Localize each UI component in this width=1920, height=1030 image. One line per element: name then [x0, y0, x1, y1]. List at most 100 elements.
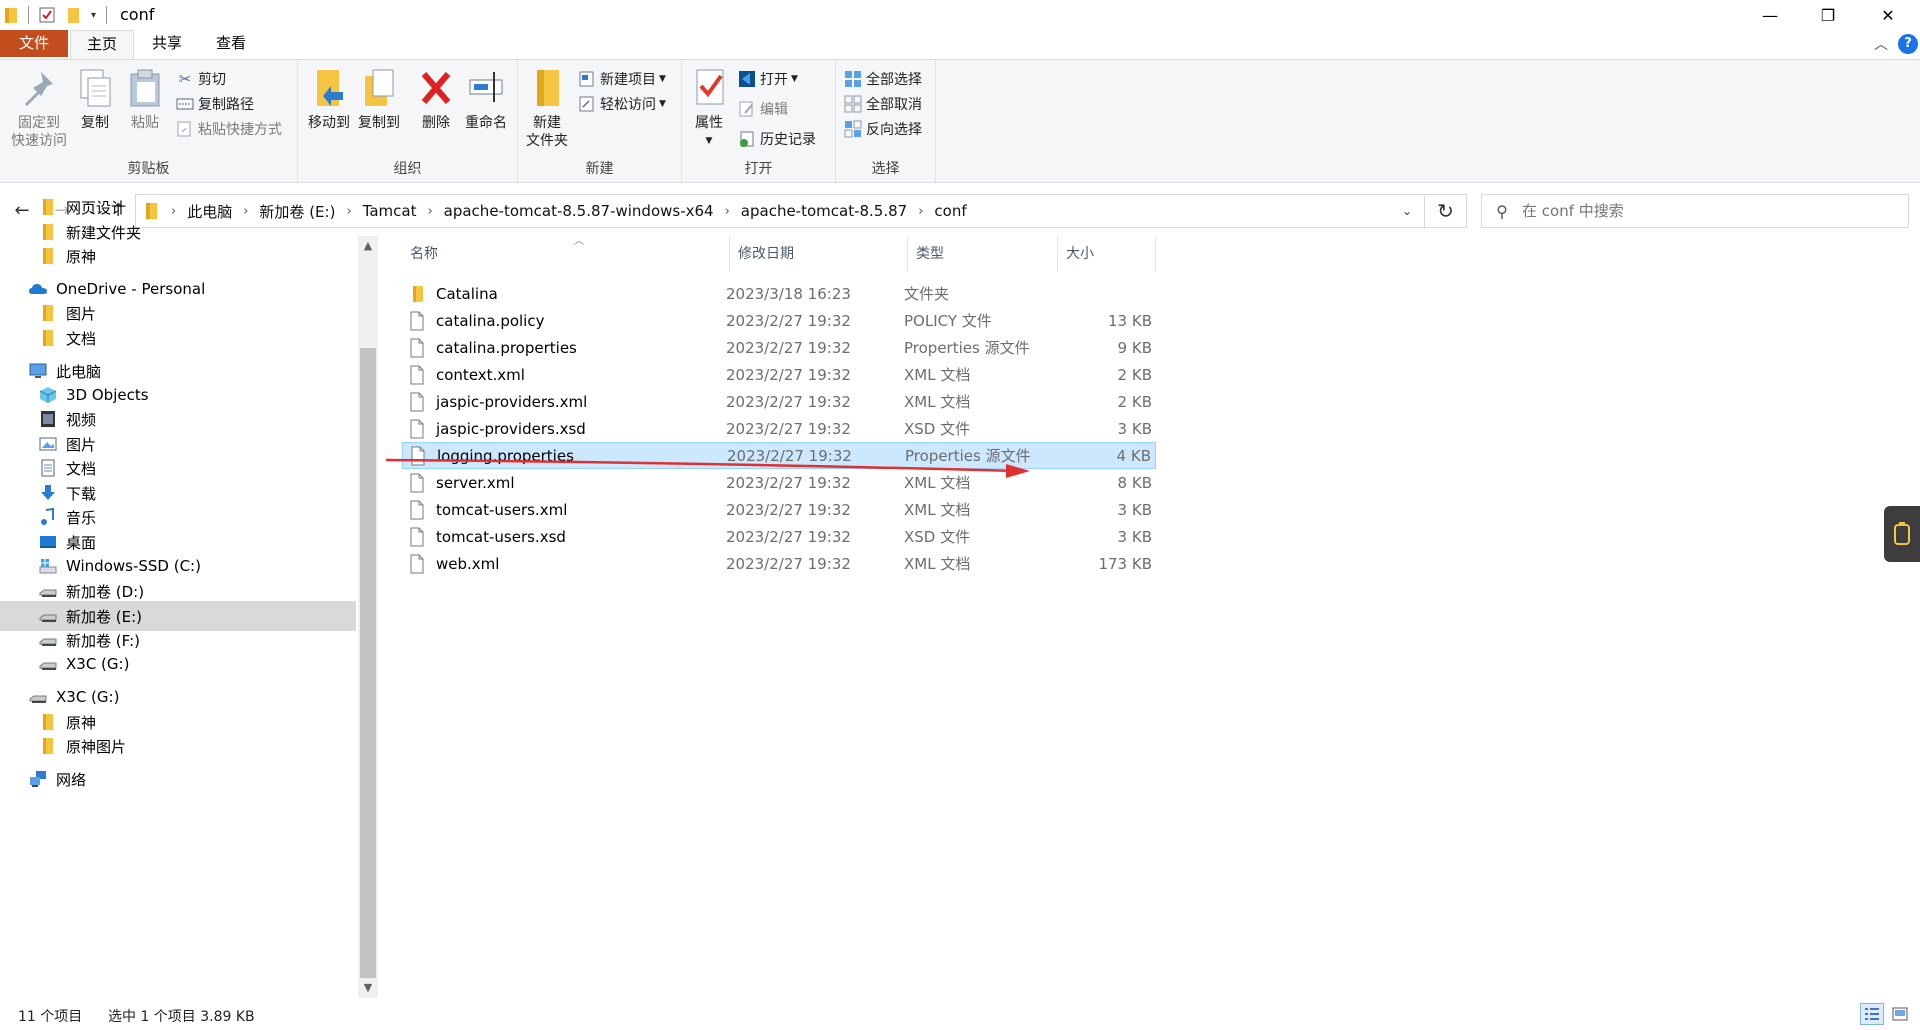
select-none-button[interactable]: 全部取消	[844, 93, 922, 115]
file-name-cell: context.xml	[408, 365, 525, 385]
rename-button[interactable]: 重命名	[460, 66, 512, 132]
new-folder-button[interactable]: 新建 文件夹	[522, 66, 572, 150]
move-to-button[interactable]: 移动到	[304, 66, 354, 132]
collapse-ribbon-icon[interactable]: ︿	[1874, 34, 1888, 54]
breadcrumb-separator[interactable]: ›	[913, 204, 928, 219]
file-row[interactable]: Catalina 2023/3/18 16:23 文件夹	[402, 280, 1156, 307]
column-header-size[interactable]: 大小	[1058, 236, 1156, 272]
tab-share[interactable]: 共享	[138, 30, 196, 57]
select-all-button[interactable]: 全部选择	[844, 68, 922, 90]
breadcrumb-tomcat[interactable]: apache-tomcat-8.5.87	[735, 202, 913, 220]
file-row[interactable]: tomcat-users.xsd 2023/2/27 19:32 XSD 文件 3 K…	[402, 523, 1156, 550]
file-icon	[408, 419, 424, 439]
file-row[interactable]: catalina.policy 2023/2/27 19:32 POLICY 文件 1…	[402, 307, 1156, 334]
new-item-dropdown-icon: ▼	[659, 74, 666, 84]
address-history-dropdown-icon[interactable]: ⌄	[1402, 204, 1412, 218]
nav-item-label: 原神	[66, 247, 97, 266]
file-row[interactable]: web.xml 2023/2/27 19:32 XML 文档 173 KB	[402, 550, 1156, 577]
paste-button[interactable]: 粘贴	[124, 66, 166, 132]
tab-view[interactable]: 查看	[202, 30, 260, 57]
search-input[interactable]	[1522, 202, 1908, 220]
copy-to-icon	[365, 69, 394, 106]
history-icon	[740, 131, 754, 147]
copy-button[interactable]: 复制	[74, 66, 116, 132]
history-button[interactable]: 历史记录	[738, 128, 816, 150]
file-name-cell: jaspic-providers.xsd	[408, 419, 586, 439]
nav-item[interactable]: X3C (G:)	[0, 649, 356, 679]
nav-item-label: 下载	[66, 484, 97, 503]
breadcrumb-separator[interactable]: ›	[720, 204, 735, 219]
file-row[interactable]: catalina.properties 2023/2/27 19:32 Proper…	[402, 334, 1156, 361]
new-folder-icon[interactable]	[67, 6, 81, 24]
scrollbar-thumb[interactable]	[360, 348, 376, 978]
breadcrumb-tamcat[interactable]: Tamcat	[357, 202, 423, 220]
file-row[interactable]: tomcat-users.xml 2023/2/27 19:32 XML 文档 3 K…	[402, 496, 1156, 523]
minimize-button[interactable]: —	[1747, 0, 1793, 30]
column-header-type[interactable]: 类型	[908, 236, 1058, 272]
file-name-cell: catalina.properties	[408, 338, 577, 358]
copy-to-button[interactable]: 复制到	[354, 66, 404, 132]
paste-shortcut-button[interactable]: 粘贴快捷方式	[176, 118, 282, 140]
file-date: 2023/2/27 19:32	[726, 419, 851, 438]
open-button[interactable]: 打开 ▼	[738, 68, 798, 90]
edit-button[interactable]: 编辑	[738, 98, 788, 120]
ribbon: 固定到 快速访问 复制 粘贴 ✂ 剪切 复制路径 粘贴快捷方式 剪贴板 移动到	[0, 59, 1920, 183]
file-icon	[408, 365, 424, 385]
column-header-name-label: 名称	[410, 246, 438, 262]
file-icon	[408, 392, 424, 412]
delete-button[interactable]: 删除	[416, 66, 456, 132]
new-item-button[interactable]: 新建项目 ▼	[578, 68, 666, 90]
properties-icon	[696, 69, 724, 105]
breadcrumb-tomcat-x64[interactable]: apache-tomcat-8.5.87-windows-x64	[438, 202, 720, 220]
properties-dropdown-icon: ▼	[705, 136, 713, 146]
select-group-label: 选择	[871, 161, 900, 177]
column-header-date[interactable]: 修改日期	[730, 236, 908, 272]
large-icons-view-button[interactable]	[1888, 1003, 1912, 1025]
scroll-up-arrow[interactable]: ▲	[358, 236, 378, 256]
pin-quick-access-button[interactable]: 固定到 快速访问	[6, 66, 72, 150]
invert-selection-button[interactable]: 反向选择	[844, 118, 922, 140]
column-header-name[interactable]: 名称 ︿	[402, 236, 730, 272]
select-group: 全部选择 全部取消 反向选择 选择	[836, 60, 936, 182]
delete-label: 删除	[422, 115, 450, 131]
nav-item-label: 图片	[66, 435, 97, 454]
refresh-button[interactable]: ↻	[1425, 194, 1467, 228]
file-row[interactable]: jaspic-providers.xml 2023/2/27 19:32 XML 文…	[402, 388, 1156, 415]
cut-button[interactable]: ✂ 剪切	[176, 68, 226, 90]
floating-side-widget[interactable]	[1884, 506, 1920, 562]
file-name-cell: web.xml	[408, 554, 499, 574]
customize-toolbar-icon[interactable]: ▾	[91, 10, 96, 21]
details-view-button[interactable]	[1860, 1003, 1884, 1025]
folder-icon	[5, 8, 17, 23]
scroll-down-arrow[interactable]: ▼	[358, 978, 378, 998]
nav-item[interactable]: 原神图片	[0, 731, 356, 761]
file-type: XML 文档	[904, 555, 971, 573]
nav-item-label: 此电脑	[56, 362, 102, 381]
copy-path-button[interactable]: 复制路径	[176, 93, 254, 115]
file-size: 173 KB	[1098, 554, 1152, 573]
search-box[interactable]: ⚲	[1481, 194, 1909, 228]
close-button[interactable]: ✕	[1865, 0, 1911, 30]
file-type: Properties 源文件	[904, 339, 1030, 357]
nav-item[interactable]: 文档	[0, 323, 356, 353]
help-icon[interactable]: ?	[1898, 34, 1918, 54]
nav-item-label: 图片	[66, 304, 97, 323]
easy-access-button[interactable]: 轻松访问 ▼	[578, 93, 666, 115]
maximize-button[interactable]: ❐	[1805, 0, 1851, 30]
nav-item[interactable]: 网络	[0, 764, 356, 794]
large-icons-view-icon	[1892, 1007, 1908, 1021]
file-row[interactable]: jaspic-providers.xsd 2023/2/27 19:32 XSD 文…	[402, 415, 1156, 442]
network-icon	[28, 769, 48, 789]
properties-checkbox-icon[interactable]	[39, 7, 55, 23]
tab-file[interactable]: 文件	[0, 30, 68, 57]
tab-home[interactable]: 主页	[70, 30, 134, 60]
properties-button[interactable]: 属性 ▼	[686, 66, 732, 150]
file-row[interactable]: context.xml 2023/2/27 19:32 XML 文档 2 KB	[402, 361, 1156, 388]
navigation-pane-scrollbar[interactable]: ▲ ▼	[358, 236, 378, 998]
file-name-cell: tomcat-users.xml	[408, 500, 567, 520]
drive-icon	[38, 581, 58, 601]
breadcrumb-separator[interactable]: ›	[422, 204, 437, 219]
breadcrumb-conf[interactable]: conf	[928, 202, 972, 220]
nav-item[interactable]: 原神	[0, 241, 356, 271]
file-type: XML 文档	[904, 501, 971, 519]
